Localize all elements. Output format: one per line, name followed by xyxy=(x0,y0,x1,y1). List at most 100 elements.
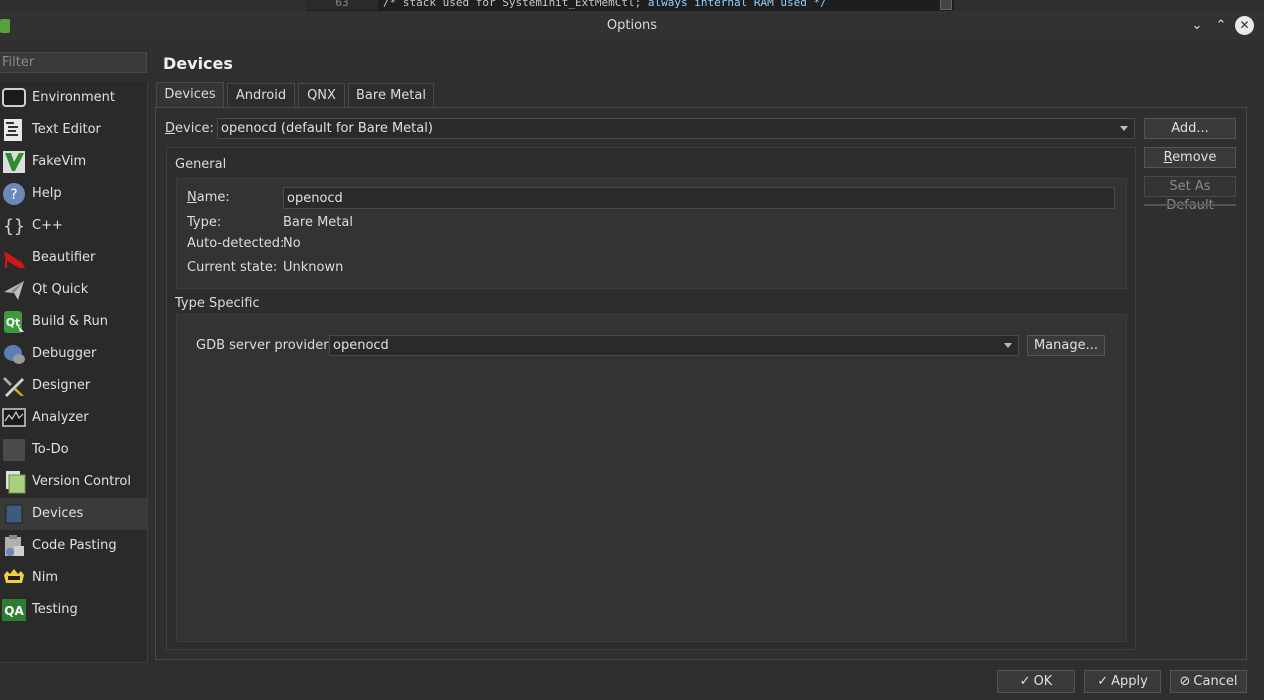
category-version-control[interactable]: Version Control xyxy=(0,466,147,498)
qt-quick-icon xyxy=(4,281,24,300)
cancel-button[interactable]: ⊘ Cancel xyxy=(1170,670,1247,693)
debugger-icon xyxy=(4,345,25,364)
beautifier-icon xyxy=(4,252,25,268)
devices-icon xyxy=(5,504,23,524)
category-label: Designer xyxy=(32,378,91,393)
category-build-run[interactable]: Qt Build & Run xyxy=(0,306,147,338)
mnemonic-letter: D xyxy=(165,121,176,136)
code-pasting-icon xyxy=(5,535,24,556)
category-label: Code Pasting xyxy=(32,538,117,553)
background-editor-strip: 63 /* stack used for SystemInit_ExtMemCt… xyxy=(306,0,954,11)
category-label: Version Control xyxy=(32,474,131,489)
manage-button[interactable]: Manage... xyxy=(1027,335,1105,356)
category-label: Help xyxy=(32,186,62,201)
nim-icon xyxy=(4,569,24,583)
cancel-icon: ⊘ xyxy=(1179,674,1191,689)
category-code-pasting[interactable]: Code Pasting xyxy=(0,530,147,562)
general-group-title: General xyxy=(175,157,227,172)
category-beautifier[interactable]: Beautifier xyxy=(0,242,147,274)
tab-qnx[interactable]: QNX xyxy=(298,83,345,107)
mnemonic-letter: R xyxy=(1163,150,1173,165)
category-label: Build & Run xyxy=(32,314,108,329)
name-label-text: ame: xyxy=(196,190,230,205)
device-select-value: openocd (default for Bare Metal) xyxy=(221,121,433,136)
tab-bare-metal[interactable]: Bare Metal xyxy=(348,83,434,107)
remove-button-label: emove xyxy=(1172,150,1217,165)
category-analyzer[interactable]: Analyzer xyxy=(0,402,147,434)
category-devices[interactable]: Devices xyxy=(0,498,147,530)
type-specific-group-title: Type Specific xyxy=(175,296,260,311)
device-name-input[interactable] xyxy=(283,187,1115,209)
set-as-default-button[interactable]: Set As Default xyxy=(1144,176,1236,213)
autodetected-label: Auto-detected: xyxy=(187,236,285,251)
category-environment[interactable]: Environment xyxy=(0,82,147,114)
analyzer-icon xyxy=(2,408,26,427)
close-icon: ✕ xyxy=(1239,18,1250,32)
device-select[interactable]: openocd (default for Bare Metal) xyxy=(217,118,1135,139)
check-icon: ✓ xyxy=(1097,674,1109,689)
designer-icon xyxy=(3,377,24,397)
type-specific-group xyxy=(176,314,1127,642)
add-device-button[interactable]: Add... xyxy=(1144,118,1236,139)
minimize-button[interactable]: ⌄ xyxy=(1187,16,1207,36)
svg-text:Qt: Qt xyxy=(6,316,21,329)
name-label: Name: xyxy=(187,190,230,205)
current-state-label: Current state: xyxy=(187,260,278,275)
category-label: Nim xyxy=(32,570,58,585)
category-testing[interactable]: QA Testing xyxy=(0,594,147,626)
category-list: Environment Text Editor FakeVim ? Help {… xyxy=(0,82,148,663)
category-label: Devices xyxy=(32,506,84,521)
fakevim-icon xyxy=(3,151,25,173)
tab-android[interactable]: Android xyxy=(227,83,295,107)
current-state-value: Unknown xyxy=(283,260,344,275)
autodetected-value: No xyxy=(283,236,301,251)
remove-device-button[interactable]: Remove xyxy=(1144,147,1236,168)
category-label: C++ xyxy=(32,218,63,233)
category-debugger[interactable]: Debugger xyxy=(0,338,147,370)
maximize-button[interactable]: ⌃ xyxy=(1211,16,1231,36)
category-text-editor[interactable]: Text Editor xyxy=(0,114,147,146)
device-label-text: evice: xyxy=(175,121,214,136)
category-cpp[interactable]: {} C++ xyxy=(0,210,147,242)
chevron-down-icon xyxy=(1004,343,1012,348)
chevron-up-icon: ⌃ xyxy=(1215,18,1227,33)
category-label: Debugger xyxy=(32,346,97,361)
category-nim[interactable]: Nim xyxy=(0,562,147,594)
tab-devices[interactable]: Devices xyxy=(156,82,224,108)
apply-button[interactable]: ✓ Apply xyxy=(1084,670,1161,693)
category-label: Environment xyxy=(32,90,116,105)
version-control-icon xyxy=(6,471,26,494)
braces-icon: {} xyxy=(3,216,25,237)
category-help[interactable]: ? Help xyxy=(0,178,147,210)
category-label: Text Editor xyxy=(32,122,101,137)
gdb-server-provider-label: GDB server provider: xyxy=(196,338,333,353)
category-label: FakeVim xyxy=(32,154,87,169)
svg-text:QA: QA xyxy=(4,604,24,618)
category-label: Qt Quick xyxy=(32,282,89,297)
category-fakevim[interactable]: FakeVim xyxy=(0,146,147,178)
line-number: 63 xyxy=(306,0,378,10)
editor-scrollbar[interactable] xyxy=(940,0,952,10)
category-designer[interactable]: Designer xyxy=(0,370,147,402)
gdb-server-provider-select[interactable]: openocd xyxy=(329,335,1019,356)
chevron-down-icon: ⌄ xyxy=(1191,18,1203,33)
mnemonic-letter: N xyxy=(187,190,197,205)
build-run-icon: Qt xyxy=(4,311,24,333)
chevron-down-icon xyxy=(1120,126,1128,131)
category-todo[interactable]: To-Do xyxy=(0,434,147,466)
check-icon: ✓ xyxy=(1019,674,1031,689)
category-label: Analyzer xyxy=(32,410,89,425)
code-text: /* stack used for SystemInit_ExtMemCtl; xyxy=(383,0,642,9)
category-qt-quick[interactable]: Qt Quick xyxy=(0,274,147,306)
cancel-label: Cancel xyxy=(1193,674,1238,689)
gdb-server-provider-value: openocd xyxy=(333,338,389,353)
filter-input[interactable] xyxy=(0,52,147,73)
code-comment-text: always internal RAM used */ xyxy=(641,0,827,9)
page-title: Devices xyxy=(163,54,233,73)
ok-label: OK xyxy=(1033,674,1053,689)
side-separator xyxy=(1144,204,1236,206)
close-button[interactable]: ✕ xyxy=(1235,16,1254,35)
ok-button[interactable]: ✓ OK xyxy=(997,670,1075,693)
text-editor-icon xyxy=(4,119,22,141)
code-line: /* stack used for SystemInit_ExtMemCtl; … xyxy=(383,0,827,9)
